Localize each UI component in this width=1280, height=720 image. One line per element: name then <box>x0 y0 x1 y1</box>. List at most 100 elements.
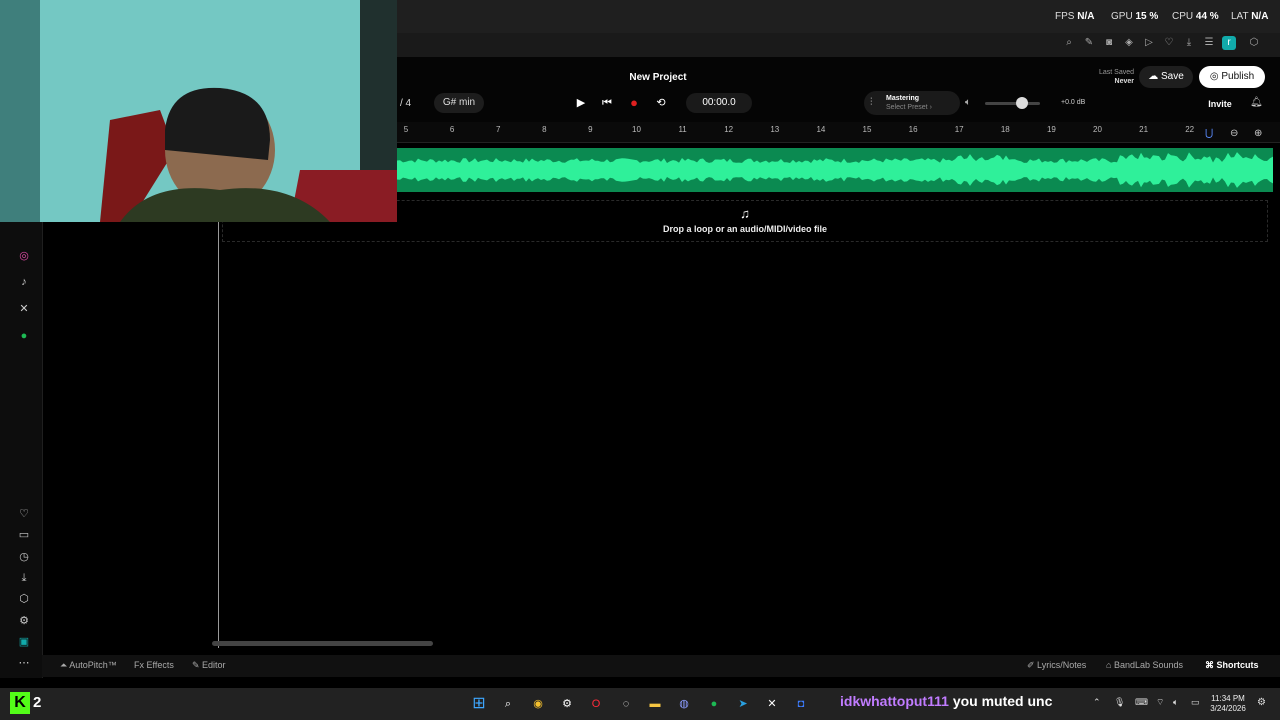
bandlab-sounds-button[interactable]: ⌂ BandLab Sounds <box>1106 660 1183 670</box>
time-display: 00:00.0 <box>686 93 752 113</box>
effects-label: Effects <box>146 660 174 670</box>
ruler-tick: 5 <box>403 125 409 134</box>
playhead[interactable] <box>218 222 219 648</box>
chrome-icon[interactable]: ◉ <box>528 694 548 714</box>
sliders-icon: ⫶ <box>870 97 873 108</box>
shortcuts-button[interactable]: ⌘ Shortcuts <box>1205 660 1259 671</box>
edit-icon[interactable]: ✎ <box>1082 36 1096 50</box>
chat-message: you muted unc <box>952 693 1053 709</box>
lyrics-label: Lyrics/Notes <box>1037 660 1087 670</box>
publish-button[interactable]: ◎ Publish <box>1199 66 1265 88</box>
mastering-title: Mastering <box>886 95 920 102</box>
instagram-icon[interactable]: ◎ <box>14 246 34 266</box>
ruler-tick: 11 <box>678 125 687 134</box>
loop-button[interactable]: ⟲ <box>652 95 670 111</box>
webcam-feed <box>0 0 397 222</box>
zoom-in-icon[interactable]: ⊕ <box>1254 128 1262 139</box>
autopitch-button[interactable]: ⏶ AutoPitch™ <box>60 660 117 671</box>
search-icon[interactable]: ⌕ <box>498 694 518 714</box>
project-title[interactable]: New Project <box>620 72 696 83</box>
menu-icon[interactable]: ☰ <box>1202 36 1216 50</box>
obs-icon[interactable]: ◌ <box>616 694 636 714</box>
ruler-tick: 13 <box>770 125 780 134</box>
discord-icon[interactable]: ◍ <box>674 694 694 714</box>
last-saved-value: Never <box>1114 78 1134 85</box>
lyrics-button[interactable]: ✐ Lyrics/Notes <box>1027 660 1086 671</box>
profile-icon[interactable]: r <box>1222 36 1236 50</box>
keyboard-icon[interactable]: ⌨ <box>1135 697 1148 708</box>
ruler-tick: 15 <box>862 125 872 134</box>
history-icon[interactable]: ◷ <box>14 547 34 567</box>
key-selector[interactable]: G# min <box>434 93 484 113</box>
save-button[interactable]: ☁ Save <box>1139 66 1193 88</box>
ruler-tick: 17 <box>954 125 964 134</box>
bell-icon[interactable]: 🔔︎ <box>1250 97 1263 108</box>
cube-icon[interactable]: ⬡ <box>14 589 34 609</box>
folder-icon[interactable]: ▬ <box>645 694 665 714</box>
speaker-icon[interactable]: 🔈︎ <box>965 97 971 108</box>
ruler-tick: 22 <box>1185 125 1195 134</box>
extensions-icon[interactable]: ⬡ <box>1247 36 1261 50</box>
zoom-out-icon[interactable]: ⊖ <box>1230 128 1238 139</box>
cast-icon[interactable]: ▭ <box>14 525 34 545</box>
record-button[interactable]: ● <box>625 95 643 111</box>
steam-icon[interactable]: ⚙ <box>557 694 577 714</box>
wifi-icon[interactable]: ⌔ <box>1156 697 1164 708</box>
app-icon[interactable]: ▣ <box>14 632 34 652</box>
roblox-icon[interactable]: ◘ <box>791 694 811 714</box>
heart-icon[interactable]: ♡ <box>14 504 34 524</box>
battery-icon[interactable]: ▭ <box>1191 697 1200 708</box>
x-icon[interactable]: ✕ <box>14 299 34 319</box>
telegram-icon[interactable]: ➤ <box>733 694 753 714</box>
autopitch-label: AutoPitch™ <box>69 660 117 670</box>
mastering-selector[interactable]: ⫶ Mastering Select Preset › <box>864 91 960 115</box>
volume-slider[interactable] <box>985 102 1040 105</box>
play-icon[interactable]: ▷ <box>1142 36 1156 50</box>
search-icon[interactable]: ⌕ <box>1062 36 1076 50</box>
bandlab-label: BandLab Sounds <box>1113 660 1183 670</box>
settings-icon[interactable]: ⚙ <box>14 611 34 631</box>
invite-button[interactable]: Invite <box>1200 96 1240 112</box>
download-icon[interactable]: ⤓ <box>1182 36 1196 50</box>
volume-knob[interactable] <box>1016 97 1028 109</box>
volume-icon[interactable]: 🔈︎ <box>1173 697 1178 708</box>
camera-icon[interactable]: ◙ <box>1102 36 1116 50</box>
windows-start-icon[interactable]: ⊞ <box>469 694 489 714</box>
chevron-up-icon[interactable]: ⌃ <box>1093 697 1101 708</box>
time-signature[interactable]: / 4 <box>400 98 411 109</box>
opera-icon[interactable]: O <box>586 694 606 714</box>
clock-date: 3/24/2026 <box>1210 704 1246 713</box>
chat-username: idkwhattoput111 <box>840 693 949 709</box>
volume-db: +0.0 dB <box>1061 99 1086 106</box>
play-button[interactable]: ▶ <box>572 95 590 111</box>
chat-overlay: idkwhattoput111 you muted unc <box>840 693 1052 709</box>
tiktok-icon[interactable]: ♪ <box>14 272 34 292</box>
more-icon[interactable]: ⋯ <box>14 653 34 673</box>
windows-taskbar <box>0 688 1280 720</box>
kick-logo-icon: K <box>10 692 30 714</box>
ruler-tick: 10 <box>632 125 641 134</box>
globe-icon: ◎ <box>1209 71 1222 82</box>
ruler-tick: 16 <box>908 125 918 134</box>
cloud-icon: ☁ <box>1148 71 1161 82</box>
lat-stat: LAT N/A <box>1231 11 1269 22</box>
notification-icon[interactable]: ⚙ <box>1257 697 1266 708</box>
horizontal-scrollbar[interactable] <box>212 641 433 646</box>
editor-button[interactable]: ✎ Editor <box>192 660 226 671</box>
spotify-icon[interactable]: ● <box>14 326 34 346</box>
magnet-icon[interactable]: ⋃ <box>1205 128 1217 140</box>
shortcuts-label: Shortcuts <box>1216 660 1259 670</box>
save-label: Save <box>1160 71 1184 82</box>
rewind-button[interactable]: ⏮ <box>598 95 616 111</box>
shield-icon[interactable]: ◈ <box>1122 36 1136 50</box>
music-note-icon: ♫ <box>740 206 750 221</box>
mic-icon[interactable]: 🎙︎ <box>1114 697 1125 708</box>
spotify-icon[interactable]: ● <box>704 694 724 714</box>
download-icon[interactable]: ⤓ <box>14 568 34 588</box>
heart-icon[interactable]: ♡ <box>1162 36 1176 50</box>
capcut-icon[interactable]: ✕ <box>762 694 782 714</box>
bottom-toolbar <box>42 655 1280 677</box>
system-clock[interactable]: 11:34 PM 3/24/2026 <box>1208 694 1248 714</box>
pencil-icon: ✎ <box>192 660 203 670</box>
effects-button[interactable]: Fx Effects <box>134 660 174 670</box>
